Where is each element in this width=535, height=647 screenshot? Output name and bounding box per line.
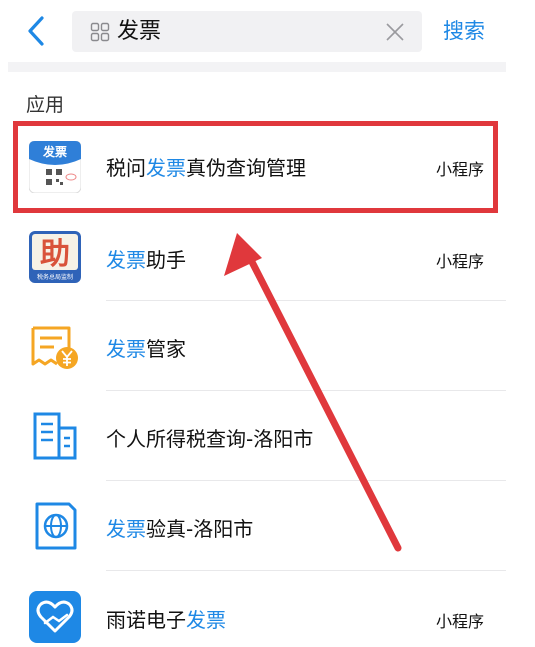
search-input[interactable]: 发票 <box>72 11 422 52</box>
list-item[interactable]: 助 税务总局监制 发票助手 小程序 <box>0 213 535 301</box>
search-header: 发票 搜索 <box>0 0 535 62</box>
result-title: 发票助手 <box>106 248 186 272</box>
list-item[interactable]: 发票验真-洛阳市 <box>0 481 535 571</box>
mini-program-grid-icon <box>90 22 110 42</box>
highlight-annotation-box <box>13 121 498 213</box>
mini-program-tag: 小程序 <box>436 612 485 631</box>
search-button[interactable]: 搜索 <box>443 11 485 52</box>
zhu-icon-caption: 税务总局监制 <box>37 273 73 281</box>
result-title: 个人所得税查询-洛阳市 <box>106 427 314 451</box>
section-title: 应用 <box>26 94 65 116</box>
building-icon <box>33 412 77 460</box>
result-title: 发票验真-洛阳市 <box>106 517 254 541</box>
close-icon[interactable] <box>384 21 406 43</box>
zhu-glyph: 助 <box>40 237 70 272</box>
result-title: 雨诺电子发票 <box>106 608 226 632</box>
header-divider-band <box>8 62 506 72</box>
list-item[interactable]: 个人所得税查询-洛阳市 <box>0 391 535 481</box>
search-query-text: 发票 <box>117 19 162 44</box>
back-button[interactable] <box>22 14 52 48</box>
list-item[interactable]: 雨诺电子发票 小程序 <box>0 571 535 647</box>
list-item[interactable]: 发票管家 <box>0 301 535 391</box>
chevron-left-icon <box>28 16 44 46</box>
result-title: 发票管家 <box>106 337 186 361</box>
mini-program-tag: 小程序 <box>436 252 485 271</box>
globe-card-icon <box>35 502 77 550</box>
receipt-yuan-icon <box>31 326 78 369</box>
heart-hand-icon <box>29 591 81 643</box>
zhu-helper-icon: 助 税务总局监制 <box>29 231 81 283</box>
